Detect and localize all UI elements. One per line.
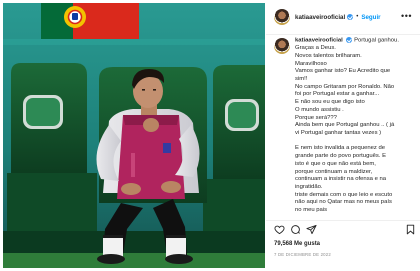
heart-icon[interactable] bbox=[274, 224, 285, 235]
photo-illustration bbox=[3, 3, 265, 268]
caption-line: E não sou eu que digo isto bbox=[295, 99, 365, 106]
caption-author-avatar[interactable] bbox=[274, 38, 290, 54]
share-icon[interactable] bbox=[306, 224, 317, 235]
caption-line: porque continuam a maldizer, bbox=[295, 168, 373, 175]
caption-line: isto é que o que não está bem, bbox=[295, 160, 376, 167]
caption-verified-badge-icon bbox=[346, 37, 353, 43]
instagram-post: katiaaveirooficial • Seguir ••• katiaave… bbox=[0, 0, 420, 271]
author-avatar[interactable] bbox=[274, 9, 290, 25]
caption-line: grande parte do povo português. E bbox=[295, 153, 387, 160]
bench-seat-left bbox=[7, 63, 97, 231]
actions-divider bbox=[266, 220, 420, 221]
caption-first-line: Portugal ganhou. bbox=[354, 37, 399, 44]
caption-line: Vamos ganhar isto? Eu Acredito que bbox=[295, 68, 391, 75]
likes-count[interactable]: 79,568 Me gusta bbox=[274, 241, 320, 247]
caption-line: Novos talentos brilharam. bbox=[295, 52, 362, 59]
caption-line: continuam a insistir na ofensa e na bbox=[295, 176, 387, 183]
more-options-icon[interactable]: ••• bbox=[401, 11, 412, 21]
header-divider bbox=[266, 34, 420, 35]
caption-line: ingratidão. bbox=[295, 183, 323, 190]
verified-badge-icon bbox=[347, 14, 354, 20]
caption-line: Ainda bem que Portugal ganhou .. ( já bbox=[295, 122, 395, 129]
caption-line: Maravilhoso bbox=[295, 60, 327, 67]
header-separator: • bbox=[356, 14, 359, 20]
action-bar bbox=[274, 224, 416, 236]
post-date: 7 DE DICIEMBRE DE 2022 bbox=[274, 252, 331, 257]
caption-line: foi por Portugal estar a ganhar... bbox=[295, 91, 380, 98]
caption-text: katiaaveirooficial Portugal ganhou. Graç… bbox=[295, 37, 413, 217]
caption-paragraph-gap bbox=[295, 138, 413, 146]
bookmark-icon[interactable] bbox=[405, 224, 416, 235]
caption-line: sim!! bbox=[295, 76, 308, 83]
caption-username[interactable]: katiaaveirooficial bbox=[295, 38, 343, 44]
caption-line: no meu pais bbox=[295, 207, 328, 214]
caption-line: triste demais com o que leio e escuto bbox=[295, 191, 393, 198]
post-header: katiaaveirooficial • Seguir ••• bbox=[266, 0, 420, 34]
caption-line: O mundo assistiu . bbox=[295, 106, 344, 113]
caption-line: não aqui no Qatar mas no meus país bbox=[295, 199, 392, 206]
caption-line: vi Portugal ganhar tantas vezes ) bbox=[295, 130, 382, 136]
caption-line: No campo Gritaram por Ronaldo. Não bbox=[295, 83, 395, 90]
caption-line: Porque será??? bbox=[295, 114, 337, 121]
caption-section[interactable]: katiaaveirooficial Portugal ganhou. Graç… bbox=[274, 37, 416, 217]
comment-icon[interactable] bbox=[290, 224, 301, 235]
post-side-panel: katiaaveirooficial • Seguir ••• katiaave… bbox=[266, 0, 420, 271]
portugal-flag bbox=[41, 3, 139, 39]
caption-line: E nem isto invalida a pequenez de bbox=[295, 145, 386, 152]
caption-line: Graças a Deus. bbox=[295, 45, 336, 52]
follow-button[interactable]: Seguir bbox=[361, 14, 380, 21]
author-username[interactable]: katiaaveirooficial bbox=[295, 14, 345, 21]
post-photo[interactable] bbox=[3, 3, 265, 268]
